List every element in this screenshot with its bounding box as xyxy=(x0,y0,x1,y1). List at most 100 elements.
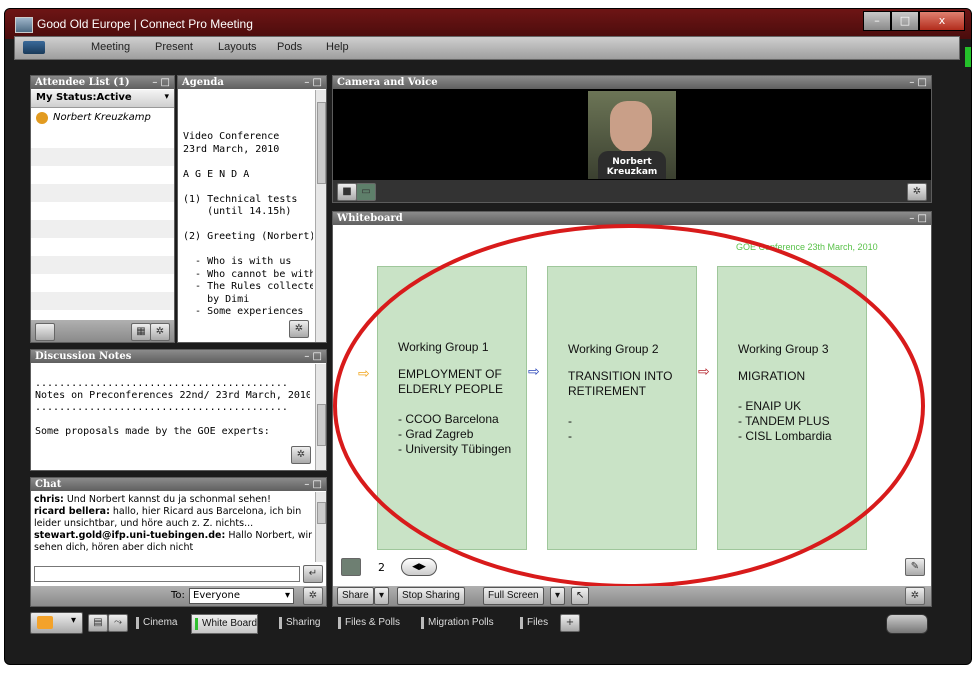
notes-pod-header: Discussion Notes – □ xyxy=(31,350,326,363)
tab-migration-polls[interactable]: Migration Polls xyxy=(418,614,494,632)
tab-white-board[interactable]: White Board xyxy=(191,614,259,634)
pod-controls[interactable]: – □ xyxy=(152,76,170,89)
status-label: My Status:Active xyxy=(36,92,132,103)
agenda-line: 23rd March, 2010 xyxy=(183,143,280,155)
chat-user: chris: xyxy=(34,494,64,505)
minimize-button[interactable]: – xyxy=(863,11,891,31)
menu-layouts[interactable]: Layouts xyxy=(218,41,257,53)
chat-user: stewart.gold@ifp.uni-tuebingen.de: xyxy=(34,530,226,541)
share-button[interactable]: Share xyxy=(337,587,374,605)
chat-user: ricard bellera: xyxy=(34,506,110,517)
user-menu-button[interactable]: ▾ xyxy=(30,612,83,634)
chat-to-label: To: xyxy=(171,590,185,601)
fullscreen-toggle[interactable] xyxy=(886,614,928,634)
send-icon[interactable]: ↵ xyxy=(303,565,323,583)
tab-cinema[interactable]: Cinema xyxy=(133,614,177,632)
chat-messages: chris: Und Norbert kannst du ja schonmal… xyxy=(34,494,314,558)
chat-scrollbar[interactable] xyxy=(315,492,326,562)
menu-meeting[interactable]: Meeting xyxy=(91,41,130,53)
maximize-button[interactable]: □ xyxy=(891,11,919,31)
camera-pod: Camera and Voice – □ Norbert Kreuzkam ■ ▭… xyxy=(332,75,932,203)
menu-help[interactable]: Help xyxy=(326,41,349,53)
recipient-value: Everyone xyxy=(193,590,241,601)
chevron-down-icon[interactable]: ▾ xyxy=(164,92,169,102)
pod-controls[interactable]: – □ xyxy=(304,478,322,491)
chat-footer: To: Everyone ▾ ✲ xyxy=(31,586,326,606)
agenda-line: - Who is with us xyxy=(183,256,292,267)
gear-icon[interactable]: ✲ xyxy=(905,587,925,605)
edit-icon[interactable]: ✎ xyxy=(905,558,925,576)
agenda-scrollbar[interactable] xyxy=(315,90,326,342)
share-layout-icon[interactable]: ⤳ xyxy=(108,614,128,632)
attendee-row[interactable]: Norbert Kreuzkamp xyxy=(32,110,173,128)
gear-icon[interactable]: ✲ xyxy=(907,183,927,201)
agenda-line: - The Rules collected xyxy=(183,281,313,292)
agenda-line: by Dimi xyxy=(183,293,250,305)
menu-pods[interactable]: Pods xyxy=(277,41,302,53)
agenda-text: Video Conference 23rd March, 2010 A G E N… xyxy=(183,106,313,318)
app-icon xyxy=(15,17,33,33)
agenda-pod-header: Agenda – □ xyxy=(178,76,326,89)
gear-icon[interactable]: ✲ xyxy=(150,323,170,341)
menu-bar: Meeting Present Layouts Pods Help xyxy=(14,36,960,60)
agenda-line: (1) Technical tests xyxy=(183,193,298,205)
chevron-down-icon[interactable]: ▾ xyxy=(550,587,566,605)
add-layout-button[interactable]: + xyxy=(560,614,580,632)
chat-text: Und Norbert kannst du ja schonmal sehen! xyxy=(63,494,271,505)
agenda-line: Video Conference xyxy=(183,131,280,142)
pod-controls[interactable]: – □ xyxy=(304,350,322,363)
video-feed: Norbert Kreuzkam xyxy=(588,91,676,179)
participant-face xyxy=(610,101,652,153)
chat-pod-header: Chat – □ xyxy=(31,478,326,491)
status-dropdown[interactable]: My Status:Active ▾ xyxy=(31,90,174,108)
recipient-select[interactable]: Everyone ▾ xyxy=(189,588,294,604)
connection-indicator xyxy=(965,47,971,67)
agenda-pod: Agenda – □ Video Conference 23rd March, 20… xyxy=(177,75,327,343)
attendee-action-button[interactable] xyxy=(35,323,55,341)
gear-icon[interactable]: ✲ xyxy=(303,587,323,605)
menu-present[interactable]: Present xyxy=(155,41,193,53)
attendee-pod: Attendee List (1) – □ My Status:Active ▾ … xyxy=(30,75,175,343)
page-nav-buttons[interactable]: ◀▶ xyxy=(401,558,437,576)
user-icon xyxy=(37,616,53,629)
pod-controls[interactable]: – □ xyxy=(909,76,927,89)
attendee-pod-footer: ▦ ✲ xyxy=(31,320,174,342)
gear-icon[interactable]: ✲ xyxy=(289,320,309,338)
notes-pod: Discussion Notes – □ ....................… xyxy=(30,349,327,471)
pod-controls[interactable]: – □ xyxy=(304,76,322,89)
tab-sharing[interactable]: Sharing xyxy=(276,614,320,632)
grid-icon[interactable]: ▦ xyxy=(131,323,151,341)
red-ellipse-annotation xyxy=(333,224,925,588)
whiteboard-footer: Share ▾ Stop Sharing Full Screen ▾ ↖ ✲ xyxy=(333,586,931,606)
chat-pod: Chat – □ chris: Und Norbert kannst du ja … xyxy=(30,477,327,607)
notes-scrollbar[interactable] xyxy=(315,364,326,470)
title-bar: Good Old Europe | Connect Pro Meeting – … xyxy=(5,9,971,39)
chevron-down-icon[interactable]: ▾ xyxy=(374,587,390,605)
agenda-line xyxy=(183,219,313,232)
chat-message: stewart.gold@ifp.uni-tuebingen.de: Hallo… xyxy=(34,530,314,554)
agenda-line xyxy=(183,181,313,194)
tab-files-polls[interactable]: Files & Polls xyxy=(335,614,400,632)
notes-line: Some proposals made by the GOE experts: xyxy=(35,426,270,437)
participant-name: Norbert Kreuzkam xyxy=(606,157,658,177)
notes-line: ........................................… xyxy=(35,402,288,413)
notes-line: ........................................… xyxy=(35,378,288,389)
pointer-icon[interactable]: ↖ xyxy=(571,587,590,605)
close-button[interactable]: x xyxy=(919,11,965,31)
window-title: Good Old Europe | Connect Pro Meeting xyxy=(37,17,253,31)
tab-files[interactable]: Files xyxy=(517,614,548,632)
camera-icon[interactable]: ▭ xyxy=(356,183,376,201)
camera-pod-footer: ■ ▭ ✲ xyxy=(333,180,931,202)
stop-sharing-button[interactable]: Stop Sharing xyxy=(397,587,465,605)
chat-input[interactable] xyxy=(34,566,300,582)
stop-camera-button[interactable]: ■ xyxy=(337,183,357,201)
gear-icon[interactable]: ✲ xyxy=(291,446,311,464)
whiteboard-tool-button[interactable] xyxy=(341,558,361,576)
chevron-down-icon: ▾ xyxy=(70,615,76,626)
agenda-line: - Some experiences xyxy=(183,306,304,317)
layout-icon[interactable]: ▤ xyxy=(88,614,108,632)
agenda-line xyxy=(183,244,313,257)
attendee-pod-header: Attendee List (1) – □ xyxy=(31,76,174,89)
chevron-down-icon[interactable]: ▾ xyxy=(285,589,290,603)
full-screen-button[interactable]: Full Screen xyxy=(483,587,544,605)
